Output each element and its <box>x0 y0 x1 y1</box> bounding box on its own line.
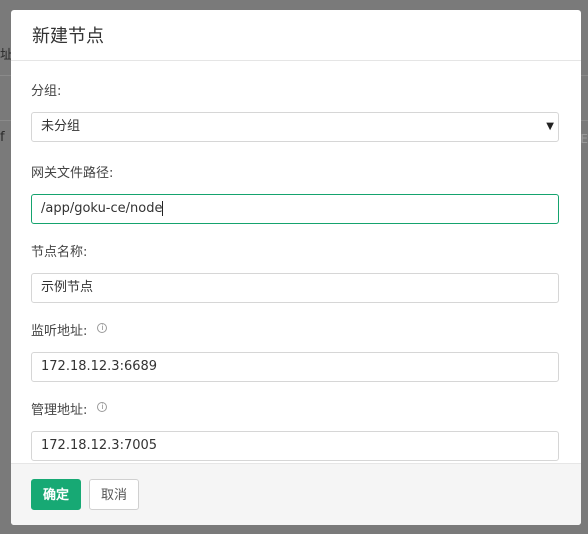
node-name-field: 节点名称: 示例节点 <box>31 244 560 303</box>
listen-address-label-text: 监听地址: <box>31 324 88 339</box>
confirm-button[interactable]: 确定 <box>31 479 82 510</box>
listen-address-label: 监听地址: i <box>31 323 560 341</box>
dialog-title: 新建节点 <box>32 26 104 47</box>
listen-address-input[interactable]: 172.18.12.3:6689 <box>31 352 559 382</box>
admin-address-label: 管理地址: i <box>31 402 560 420</box>
info-circle-icon[interactable]: i <box>97 323 108 333</box>
admin-address-value: 172.18.12.3:7005 <box>41 438 158 453</box>
dialog-body: 分组: 未分组 ▼ 网关文件路径: /app/goku-ce/node 节点名称… <box>11 61 581 461</box>
group-select-value: 未分组 <box>41 119 81 134</box>
gateway-path-input[interactable]: /app/goku-ce/node <box>31 194 559 224</box>
info-circle-icon[interactable]: i <box>97 402 108 412</box>
background-text-fragment: f <box>0 130 5 145</box>
node-name-input[interactable]: 示例节点 <box>31 273 559 303</box>
gateway-path-field: 网关文件路径: /app/goku-ce/node <box>31 165 560 224</box>
admin-address-input[interactable]: 172.18.12.3:7005 <box>31 431 559 461</box>
caret-down-icon: ▼ <box>546 121 554 132</box>
group-field: 分组: 未分组 ▼ <box>31 83 560 142</box>
listen-address-value: 172.18.12.3:6689 <box>41 359 158 374</box>
new-node-dialog: 新建节点 分组: 未分组 ▼ 网关文件路径: /app/goku-ce/node… <box>11 10 581 525</box>
dialog-footer: 确定 取消 <box>11 463 581 525</box>
dialog-header: 新建节点 <box>11 10 581 61</box>
gateway-path-label: 网关文件路径: <box>31 166 114 181</box>
admin-address-label-text: 管理地址: <box>31 403 88 418</box>
gateway-path-value: /app/goku-ce/node <box>41 201 163 216</box>
node-name-label: 节点名称: <box>31 245 88 260</box>
cancel-button[interactable]: 取消 <box>89 479 140 510</box>
listen-address-field: 监听地址: i 172.18.12.3:6689 <box>31 323 560 382</box>
text-cursor <box>162 201 164 216</box>
group-select[interactable]: 未分组 ▼ <box>31 112 559 142</box>
node-name-value: 示例节点 <box>41 280 94 295</box>
group-label: 分组: <box>31 84 62 99</box>
admin-address-field: 管理地址: i 172.18.12.3:7005 <box>31 402 560 461</box>
background-text-fragment: E <box>580 132 588 146</box>
